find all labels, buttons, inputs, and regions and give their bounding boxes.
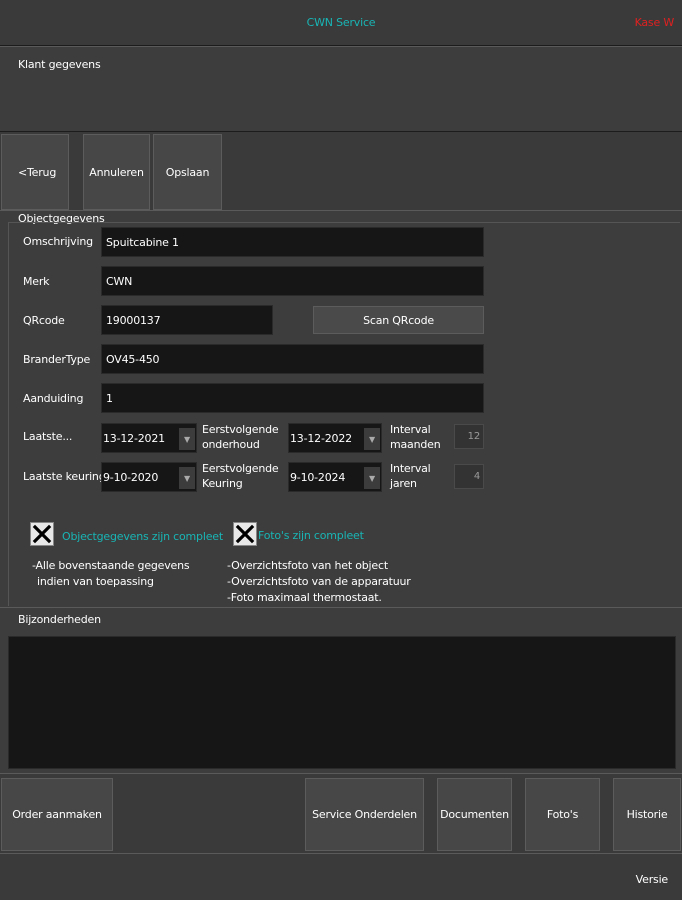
version-link[interactable]: Versie (636, 873, 669, 886)
chevron-down-icon[interactable]: ▼ (179, 467, 195, 489)
omschrijving-field[interactable]: Spuitcabine 1 (101, 227, 484, 257)
brandertype-label: BranderType (23, 353, 91, 366)
title-bar: CWN Service Kase W (0, 0, 682, 45)
nav-bar: <Terug Annuleren Opslaan (0, 132, 682, 210)
laatste-keuring-datepicker[interactable]: 9-10-2020 ▼ (101, 462, 197, 492)
note-right-line-1: -Overzichtsfoto van het object (227, 559, 388, 572)
bijzonderheden-label: Bijzonderheden (18, 613, 101, 626)
qrcode-label: QRcode (23, 314, 65, 327)
cancel-button[interactable]: Annuleren (83, 134, 150, 210)
merk-field[interactable]: CWN (101, 266, 484, 296)
klant-section-label: Klant gegevens (18, 58, 101, 71)
merk-label: Merk (23, 275, 50, 288)
save-button[interactable]: Opslaan (153, 134, 222, 210)
chevron-down-icon[interactable]: ▼ (364, 467, 380, 489)
scan-qrcode-button[interactable]: Scan QRcode (313, 306, 484, 334)
interval-jaren-label-2: jaren (390, 477, 417, 490)
brandertype-field[interactable]: OV45-450 (101, 344, 484, 374)
note-left-line-2: indien van toepassing (37, 575, 154, 588)
note-right-line-3: -Foto maximaal thermostaat. (227, 591, 382, 604)
check-x-icon (32, 524, 52, 544)
object-complete-checkbox[interactable] (30, 522, 54, 546)
aanduiding-field[interactable]: 1 (101, 383, 484, 413)
service-onderdelen-button[interactable]: Service Onderdelen (305, 778, 424, 851)
laatste-keuring-label: Laatste keuring (23, 470, 106, 483)
check-x-icon (235, 524, 255, 544)
order-aanmaken-button[interactable]: Order aanmaken (1, 778, 113, 851)
next-onderhoud-datepicker[interactable]: 13-12-2022 ▼ (288, 423, 382, 453)
photos-complete-checkbox[interactable] (233, 522, 257, 546)
note-right-line-2: -Overzichtsfoto van de apparatuur (227, 575, 411, 588)
next-keuring-datepicker[interactable]: 9-10-2024 ▼ (288, 462, 382, 492)
bijzonderheden-textarea[interactable] (8, 636, 676, 769)
interval-jaren-field[interactable]: 4 (454, 464, 484, 489)
object-complete-label: Objectgegevens zijn compleet (62, 530, 223, 543)
interval-maanden-label-1: Interval (390, 423, 431, 436)
note-left-line-1: -Alle bovenstaande gegevens (32, 559, 190, 572)
klant-section: Klant gegevens (0, 46, 682, 131)
next-onderhoud-label-2: onderhoud (202, 438, 260, 451)
omschrijving-label: Omschrijving (23, 235, 93, 248)
historie-button[interactable]: Historie (613, 778, 681, 851)
photos-button[interactable]: Foto's (525, 778, 600, 851)
bottom-action-bar: Order aanmaken Service Onderdelen Docume… (0, 773, 682, 853)
chevron-down-icon[interactable]: ▼ (179, 428, 195, 450)
interval-maanden-field[interactable]: 12 (454, 424, 484, 449)
app-title: CWN Service (306, 16, 376, 29)
next-keuring-date: 9-10-2024 (290, 471, 346, 484)
footer-bar: Versie (0, 853, 682, 900)
interval-jaren-label-1: Interval (390, 462, 431, 475)
laatste-onderhoud-label: Laatste... (23, 430, 73, 443)
laatste-keuring-date: 9-10-2020 (103, 471, 159, 484)
interval-maanden-label-2: maanden (390, 438, 441, 451)
qrcode-field[interactable]: 19000137 (101, 305, 273, 335)
back-button[interactable]: <Terug (1, 134, 69, 210)
laatste-onderhoud-datepicker[interactable]: 13-12-2021 ▼ (101, 423, 197, 453)
documenten-button[interactable]: Documenten (437, 778, 512, 851)
aanduiding-label: Aanduiding (23, 392, 84, 405)
next-keuring-label-1: Eerstvolgende (202, 462, 279, 475)
photos-complete-label: Foto's zijn compleet (258, 529, 364, 542)
next-onderhoud-date: 13-12-2022 (290, 432, 352, 445)
chevron-down-icon[interactable]: ▼ (364, 428, 380, 450)
next-onderhoud-label-1: Eerstvolgende (202, 423, 279, 436)
next-keuring-label-2: Keuring (202, 477, 243, 490)
laatste-onderhoud-date: 13-12-2021 (103, 432, 165, 445)
status-indicator: Kase W (634, 16, 675, 29)
